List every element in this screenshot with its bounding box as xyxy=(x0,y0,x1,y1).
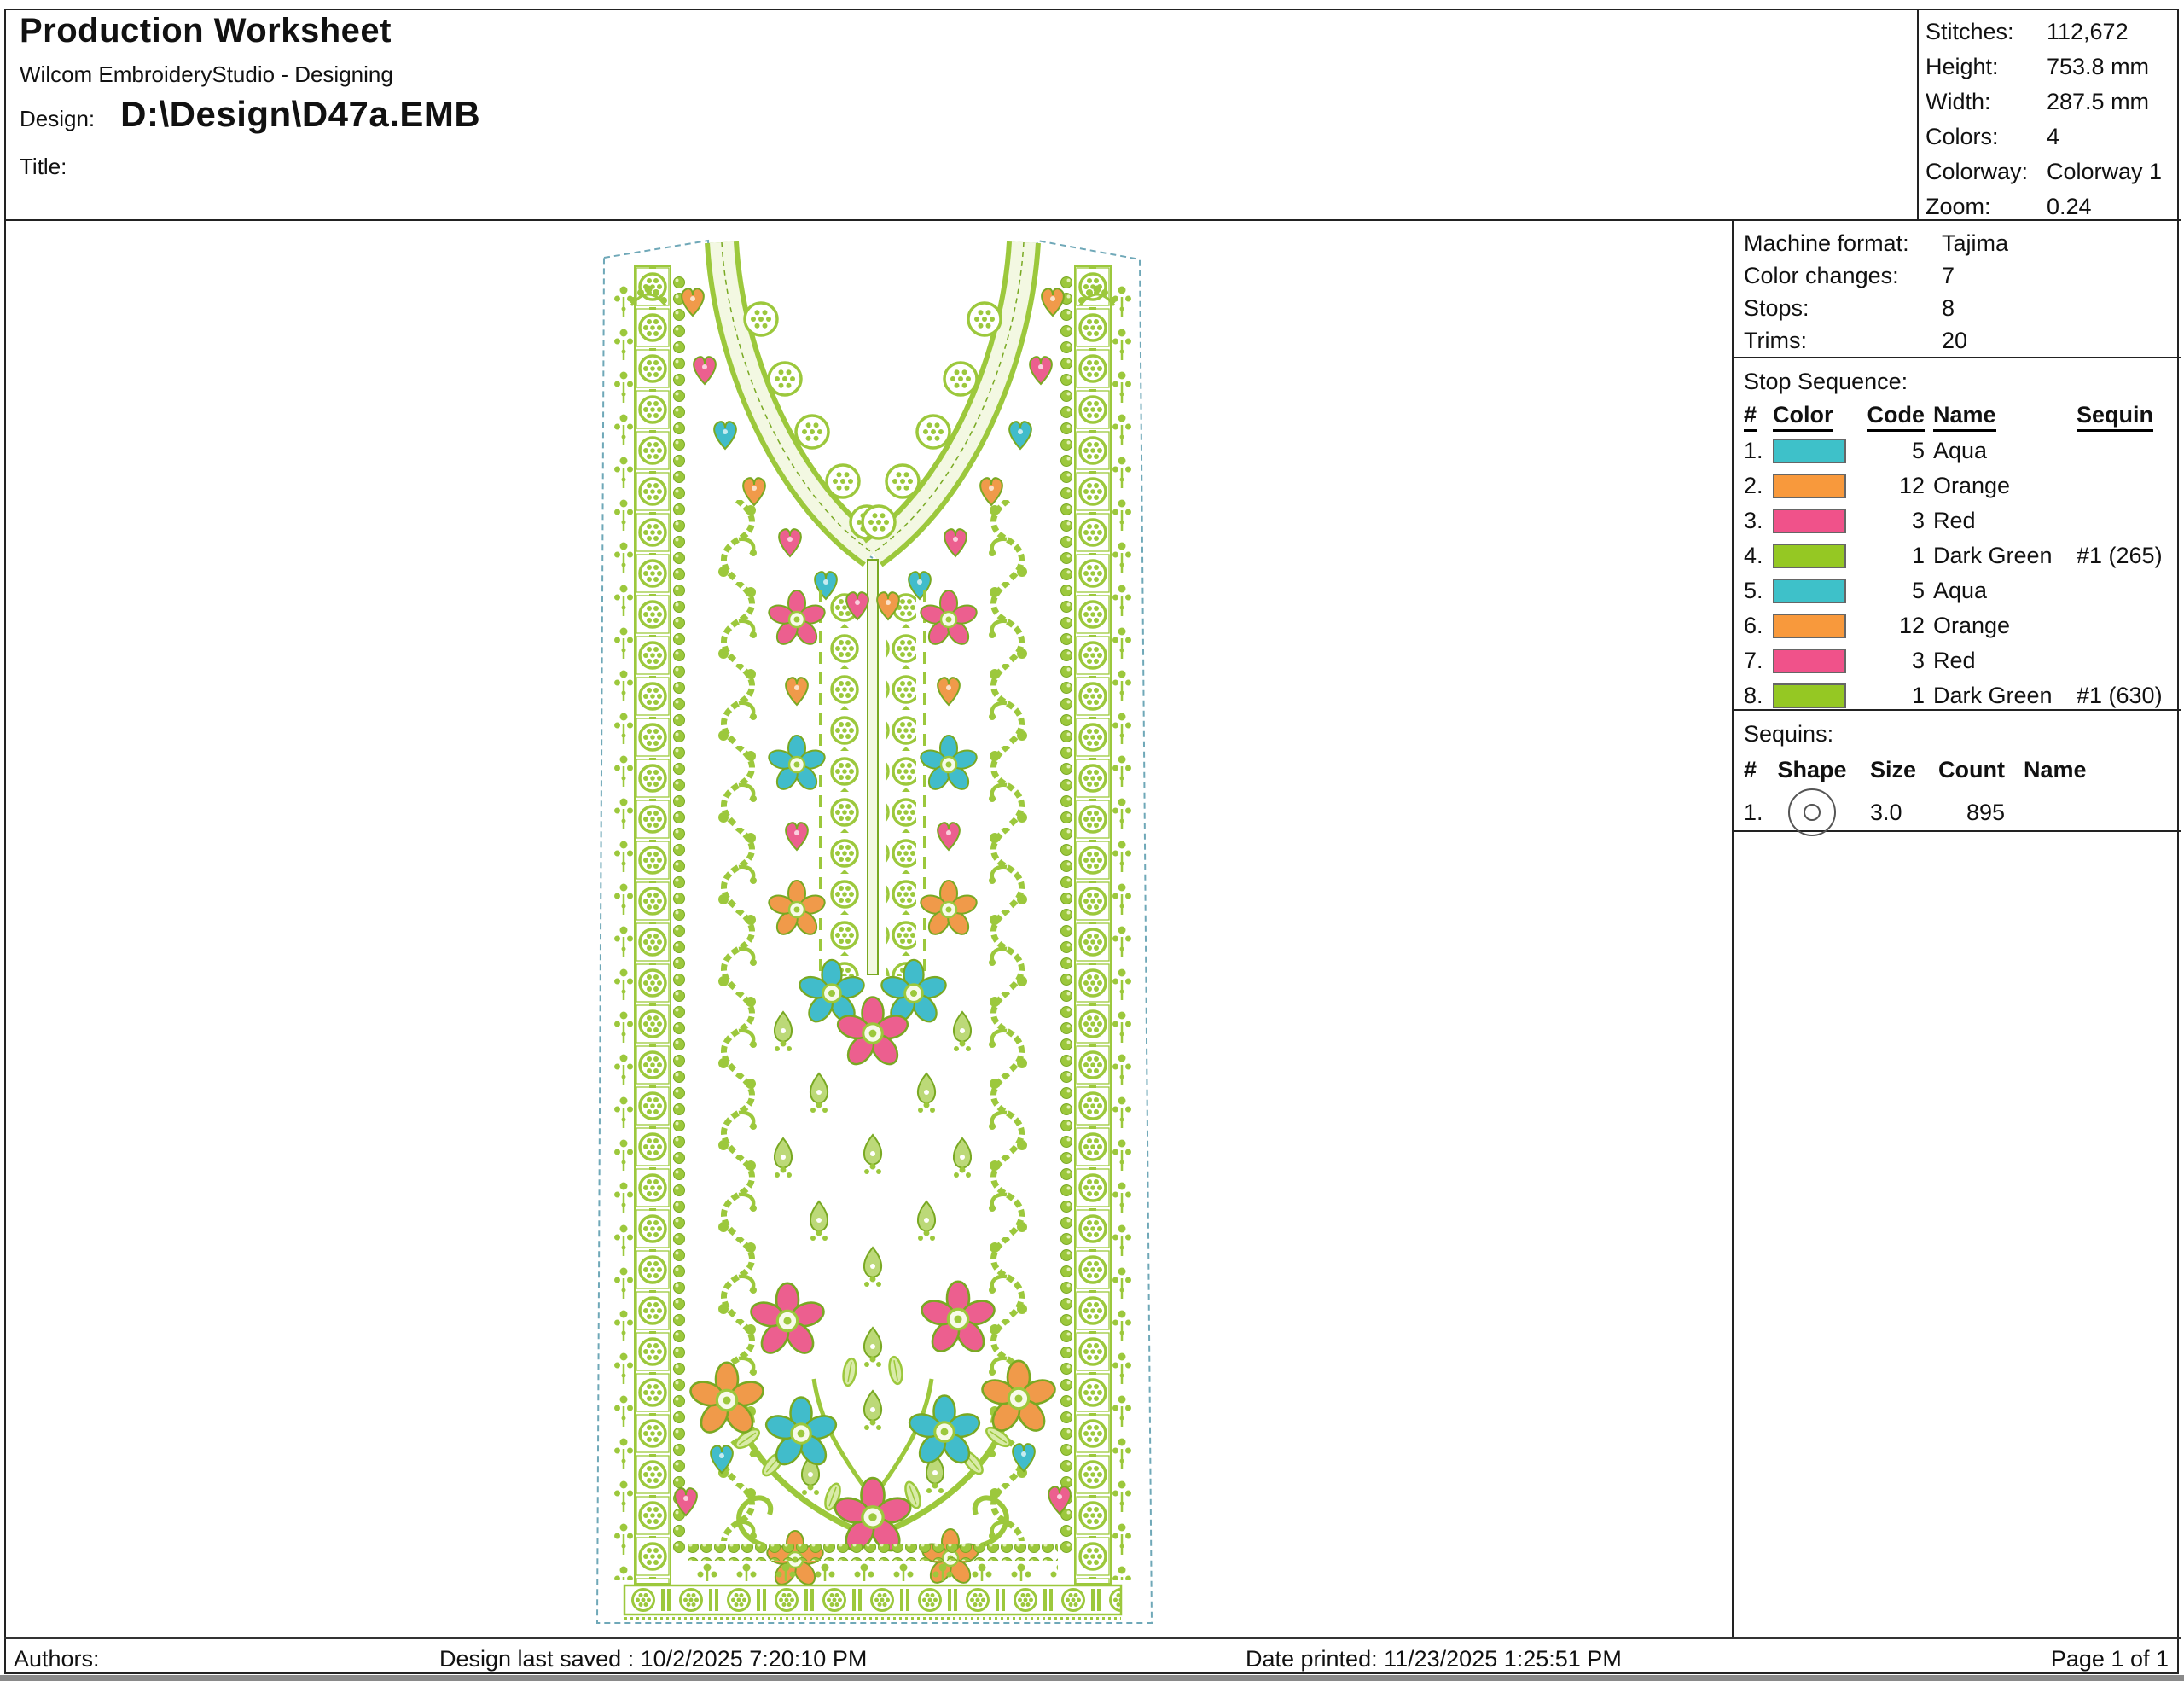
app-subtitle: Wilcom EmbroideryStudio - Designing xyxy=(20,61,393,88)
stops-row: Stops: 8 xyxy=(1734,292,2181,324)
stop-sequence-header: # Color Code Name Sequin xyxy=(1734,399,2181,433)
info-value: 4 xyxy=(2047,119,2181,154)
design-label: Design: xyxy=(20,106,95,132)
center-flower-cluster xyxy=(797,960,948,1069)
stop-sequence-row: 4.1Dark Green#1 (265) xyxy=(1734,538,2181,573)
info-value: Colorway 1 xyxy=(2047,154,2181,189)
info-row-height: Height: 753.8 mm xyxy=(1919,49,2181,84)
sequins-rows: 1.3.0895 xyxy=(1734,788,2181,837)
info-row-colors: Colors: 4 xyxy=(1919,119,2181,154)
info-row-stitches: Stitches: 112,672 xyxy=(1919,15,2181,49)
design-path: D:\Design\D47a.EMB xyxy=(120,94,480,135)
stop-sequence-row: 8.1Dark Green#1 (630) xyxy=(1734,678,2181,713)
page-title: Production Worksheet xyxy=(20,12,392,50)
stop-sequence-row: 6.12Orange xyxy=(1734,608,2181,643)
authors-label: Authors: xyxy=(14,1646,100,1672)
date-printed-text: Date printed: 11/23/2025 1:25:51 PM xyxy=(1246,1646,1622,1672)
design-preview-area xyxy=(4,221,1732,1637)
info-label: Zoom: xyxy=(1919,189,2047,224)
page-number: Page 1 of 1 xyxy=(2051,1646,2169,1672)
info-label: Height: xyxy=(1919,49,2047,84)
production-details-panel: Machine format: Tajima Color changes: 7 … xyxy=(1732,221,2181,1637)
info-value: 287.5 mm xyxy=(2047,84,2181,119)
col-name: Name xyxy=(1933,402,1996,432)
machine-label: Machine format: xyxy=(1734,227,1942,259)
paisley-drops xyxy=(775,1012,971,1287)
machine-info-section: Machine format: Tajima Color changes: 7 … xyxy=(1734,221,2181,358)
sequin-row: 1.3.0895 xyxy=(1734,788,2181,837)
embroidery-design-preview xyxy=(594,218,1155,1634)
info-label: Colors: xyxy=(1919,119,2047,154)
last-saved-text: Design last saved : 10/2/2025 7:20:10 PM xyxy=(439,1646,867,1672)
info-row-width: Width: 287.5 mm xyxy=(1919,84,2181,119)
info-label: Width: xyxy=(1919,84,2047,119)
info-label: Stitches: xyxy=(1919,15,2047,49)
sequin-shape-icon xyxy=(1773,788,1851,836)
stop-sequence-row: 5.5Aqua xyxy=(1734,573,2181,608)
trims-row: Trims: 20 xyxy=(1734,324,2181,357)
machine-value: Tajima xyxy=(1942,227,2181,259)
title-label: Title: xyxy=(20,154,67,180)
color-changes-row: Color changes: 7 xyxy=(1734,259,2181,292)
production-worksheet-page: Production Worksheet Wilcom EmbroiderySt… xyxy=(0,0,2184,1681)
color-swatch xyxy=(1773,683,1846,708)
color-swatch xyxy=(1773,474,1846,498)
col-num: # xyxy=(1744,402,1757,432)
machine-label: Color changes: xyxy=(1734,259,1942,292)
stop-sequence-row: 1.5Aqua xyxy=(1734,433,2181,468)
stop-sequence-rows: 1.5Aqua2.12Orange3.3Red4.1Dark Green#1 (… xyxy=(1734,433,2181,713)
machine-label: Trims: xyxy=(1734,324,1942,357)
stop-sequence-section: Stop Sequence: # Color Code Name Sequin … xyxy=(1734,358,2181,711)
info-row-colorway: Colorway: Colorway 1 xyxy=(1919,154,2181,189)
col-size: Size xyxy=(1870,757,1916,782)
col-sequin: Sequin xyxy=(2077,402,2153,432)
stop-sequence-row: 7.3Red xyxy=(1734,643,2181,678)
col-code: Code xyxy=(1867,402,1926,432)
info-row-zoom: Zoom: 0.24 xyxy=(1919,189,2181,224)
design-row: Design: D:\Design\D47a.EMB xyxy=(20,94,480,135)
col-shape: Shape xyxy=(1777,757,1846,782)
central-column xyxy=(767,560,979,976)
sequins-heading: Sequins: xyxy=(1734,711,2181,752)
color-swatch xyxy=(1773,509,1846,533)
info-value: 112,672 xyxy=(2047,15,2181,49)
footer-bar: Authors: Design last saved : 10/2/2025 7… xyxy=(4,1637,2181,1674)
machine-value: 20 xyxy=(1942,324,2181,357)
design-info-box: Stitches: 112,672 Height: 753.8 mm Width… xyxy=(1917,10,2181,219)
col-name: Name xyxy=(2024,757,2087,782)
stop-sequence-row: 2.12Orange xyxy=(1734,468,2181,503)
machine-label: Stops: xyxy=(1734,292,1942,324)
machine-value: 8 xyxy=(1942,292,2181,324)
info-value: 0.24 xyxy=(2047,189,2181,224)
page-edge-shadow xyxy=(0,1675,2184,1681)
bottom-border-bands xyxy=(624,1544,1121,1619)
color-swatch xyxy=(1773,439,1846,463)
stop-sequence-heading: Stop Sequence: xyxy=(1734,358,2181,399)
sequins-section: Sequins: # Shape Size Count Name 1.3.089… xyxy=(1734,711,2181,832)
color-swatch xyxy=(1773,649,1846,673)
info-label: Colorway: xyxy=(1919,154,2047,189)
sequins-header: # Shape Size Count Name xyxy=(1734,752,2181,788)
col-color: Color xyxy=(1773,402,1833,432)
info-value: 753.8 mm xyxy=(2047,49,2181,84)
machine-value: 7 xyxy=(1942,259,2181,292)
col-count: Count xyxy=(1938,757,2005,782)
stop-sequence-row: 3.3Red xyxy=(1734,503,2181,538)
machine-format-row: Machine format: Tajima xyxy=(1734,227,2181,259)
color-swatch xyxy=(1773,544,1846,568)
color-swatch xyxy=(1773,614,1846,638)
color-swatch xyxy=(1773,579,1846,603)
col-num: # xyxy=(1744,757,1757,782)
header: Production Worksheet Wilcom EmbroiderySt… xyxy=(6,10,1915,219)
